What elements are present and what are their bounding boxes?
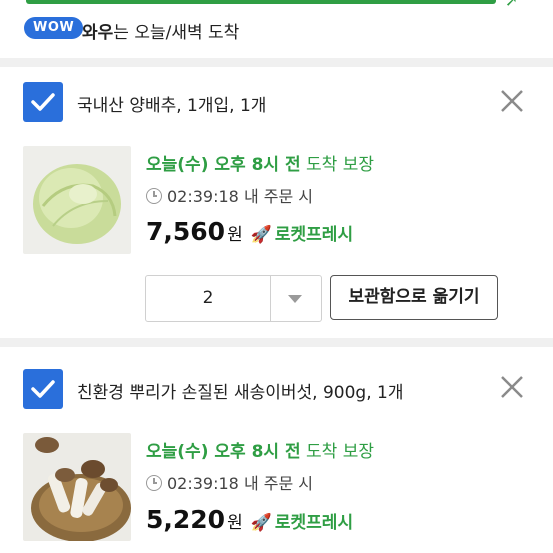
product-image-cabbage[interactable] [23,146,131,254]
item-select-checkbox[interactable] [23,369,63,409]
quantity-select[interactable]: 2 [145,275,322,322]
wow-banner: ➚ WOW 와우는 오늘/새벽 도착 [0,0,553,58]
rocket-icon: 🚀 [250,513,272,533]
rocket-fresh-text: 로켓프레시 [274,225,354,245]
product-image-mushroom[interactable] [23,433,131,541]
item-title[interactable]: 친환경 뿌리가 손질된 새송이버섯, 900g, 1개 [77,378,403,403]
rocket-icon: ➚ [505,0,519,10]
item-price: 5,220 [146,505,226,534]
cart-item-mushroom: 친환경 뿌리가 손질된 새송이버섯, 900g, 1개 오늘(수) 오후 8시 … [0,347,553,553]
wow-rest-text: 는 오늘/새벽 도착 [113,23,240,43]
item-select-checkbox[interactable] [23,82,63,122]
order-deadline: 02:39:18 내 주문 시 [146,470,313,494]
delivery-promise: 오늘(수) 오후 8시 전 도착 보장 [146,150,374,175]
section-divider [0,58,553,67]
order-time-text: 02:39:18 내 주문 시 [167,187,313,206]
quantity-divider [270,276,271,321]
delivery-guarantee: 도착 보장 [306,442,374,462]
currency-label: 원 [227,225,243,245]
currency-label: 원 [227,513,243,533]
quantity-value: 2 [202,288,214,308]
item-title[interactable]: 국내산 양배추, 1개입, 1개 [77,91,266,116]
rocket-fresh-badge: 🚀 로켓프레시 [251,513,353,533]
delivery-guarantee: 도착 보장 [306,155,374,175]
rocket-icon: 🚀 [250,225,272,245]
cart-item-cabbage: 국내산 양배추, 1개입, 1개 오늘(수) 오후 8시 전 도착 보장 02:… [0,67,553,338]
rocket-fresh-badge: 🚀 로켓프레시 [251,225,353,245]
rocket-fresh-text: 로켓프레시 [274,513,354,533]
wow-badge: WOW [24,17,84,39]
clock-icon [146,475,162,491]
price-row: 5,220 원 🚀 로켓프레시 [146,505,353,534]
order-time-text: 02:39:18 내 주문 시 [167,474,313,493]
check-icon [31,93,55,111]
check-icon [31,380,55,398]
delivery-promise: 오늘(수) 오후 8시 전 도착 보장 [146,437,374,462]
delivery-time: 오늘(수) 오후 8시 전 [146,442,301,462]
close-icon[interactable] [498,373,526,401]
wow-bold-text: 와우 [82,23,114,43]
move-to-wishlist-button[interactable]: 보관함으로 옮기기 [330,275,498,320]
item-price: 7,560 [146,217,226,246]
section-divider [0,338,553,347]
clock-icon [146,188,162,204]
delivery-time: 오늘(수) 오후 8시 전 [146,155,301,175]
price-row: 7,560 원 🚀 로켓프레시 [146,217,353,246]
chevron-down-icon [288,295,302,303]
progress-bar [26,0,496,4]
order-deadline: 02:39:18 내 주문 시 [146,183,313,207]
close-icon[interactable] [498,87,526,115]
wow-delivery-text: 와우는 오늘/새벽 도착 [82,18,239,43]
